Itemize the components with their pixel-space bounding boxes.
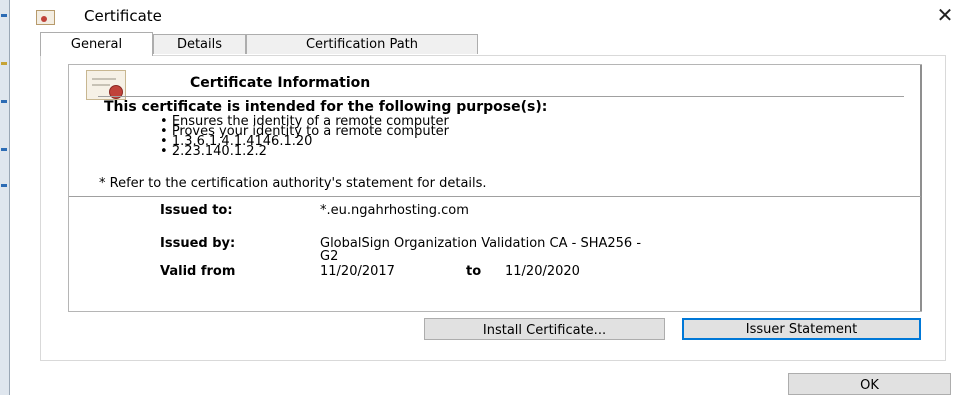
- title-bar[interactable]: Certificate ✕: [10, 0, 966, 30]
- issued-to-label: Issued to:: [160, 203, 233, 218]
- purpose-heading: This certificate is intended for the fol…: [104, 99, 548, 115]
- close-icon[interactable]: ✕: [925, 2, 965, 28]
- valid-to-date: 11/20/2020: [505, 264, 580, 279]
- divider: [98, 96, 904, 97]
- authority-statement-note: * Refer to the certification authority's…: [99, 176, 487, 191]
- valid-from-date: 11/20/2017: [320, 264, 395, 279]
- ok-button[interactable]: OK: [788, 373, 951, 395]
- issued-by-value: GlobalSign Organization Validation CA - …: [320, 236, 642, 251]
- tab-details[interactable]: Details: [153, 34, 246, 54]
- issuer-statement-button[interactable]: Issuer Statement: [682, 318, 921, 340]
- certificate-icon: [36, 10, 55, 25]
- background-mark: [1, 100, 7, 103]
- tab-certification-path[interactable]: Certification Path: [246, 34, 478, 54]
- divider: [69, 196, 921, 197]
- background-mark: [1, 148, 7, 151]
- background-mark: [1, 14, 7, 17]
- certificate-information-heading: Certificate Information: [190, 75, 371, 91]
- tab-general[interactable]: General: [40, 32, 153, 56]
- background-mark: [1, 62, 7, 65]
- issued-by-value-continued: G2: [320, 249, 339, 264]
- issued-by-label: Issued by:: [160, 236, 236, 251]
- background-mark: [1, 184, 7, 187]
- valid-to-label: to: [466, 264, 482, 279]
- install-certificate-button[interactable]: Install Certificate...: [424, 318, 665, 340]
- issued-to-value: *.eu.ngahrhosting.com: [320, 203, 469, 218]
- valid-from-label: Valid from: [160, 264, 236, 279]
- purpose-list: Ensures the identity of a remote compute…: [160, 115, 449, 158]
- window-title: Certificate: [84, 7, 162, 25]
- background-window-strip: [0, 0, 10, 395]
